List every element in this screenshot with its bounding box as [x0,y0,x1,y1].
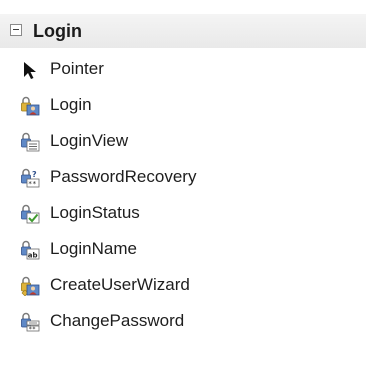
svg-text:ab: ab [28,252,38,260]
toolbox-panel: Login Pointer Login LoginView ? ** Passw… [0,0,366,366]
toolbox-item-changepassword[interactable]: ** ChangePassword [0,304,366,340]
loginview-control-icon [21,132,40,152]
toolbox-item-label: LoginView [50,131,129,150]
toolbox-item-label: LoginName [50,239,137,258]
login-name-icon: ab [21,240,40,260]
svg-text:**: ** [28,180,36,188]
toolbox-item-loginstatus[interactable]: LoginStatus [0,196,366,232]
toolbox-item-loginname[interactable]: ab LoginName [0,232,366,268]
login-status-icon [21,204,40,224]
toolbox-item-label: PasswordRecovery [50,167,197,186]
toolbox-item-label: CreateUserWizard [50,275,190,294]
group-title: Login [33,21,82,41]
svg-text:**: ** [29,326,37,332]
svg-text:?: ? [32,170,37,179]
toolbox-item-label: Pointer [50,59,104,78]
toolbox-item-label: ChangePassword [50,311,185,330]
password-recovery-icon: ? ** [21,168,40,188]
pointer-arrow-icon [24,62,36,79]
toolbox-item-login[interactable]: Login [0,88,366,124]
toolbox-item-loginview[interactable]: LoginView [0,124,366,160]
toolbox-item-passwordrecovery[interactable]: ? ** PasswordRecovery [0,160,366,196]
toolbox-item-label: LoginStatus [50,203,140,222]
toolbox-item-createuserwizard[interactable]: CreateUserWizard [0,268,366,304]
toolbox-item-pointer[interactable]: Pointer [0,52,366,88]
toolbox-item-label: Login [50,95,92,114]
create-user-wizard-icon [21,276,40,296]
change-password-icon: ** [21,312,40,332]
login-control-icon [21,96,40,116]
group-header-login[interactable]: Login [0,14,366,48]
collapse-minus-icon[interactable] [10,24,22,36]
